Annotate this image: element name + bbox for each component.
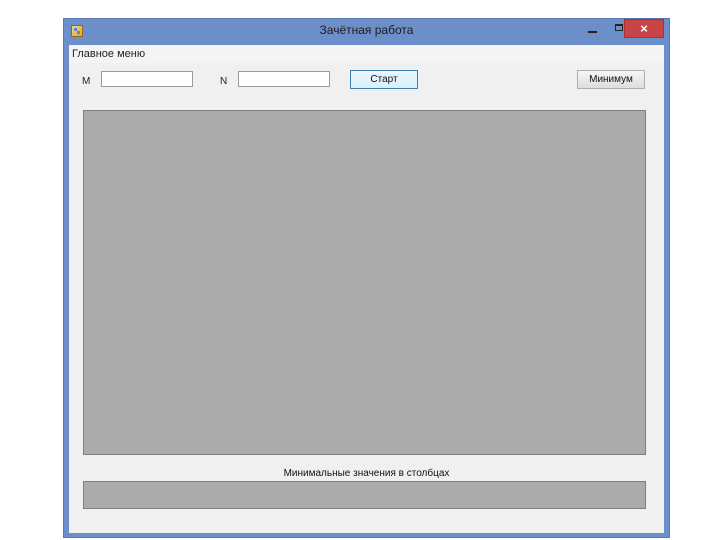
window-title: Зачётная работа (319, 23, 414, 37)
close-button[interactable]: × (624, 19, 664, 38)
n-input[interactable] (238, 71, 330, 87)
m-input[interactable] (101, 71, 193, 87)
min-values-label: Минимальные значения в столбцах (283, 468, 450, 479)
n-label: N (220, 76, 228, 87)
minimum-button[interactable]: Минимум (577, 70, 645, 89)
m-label: M (82, 76, 91, 87)
app-window: Зачётная работа × Главное меню M N Старт… (63, 18, 670, 538)
client-area: Главное меню M N Старт Минимум Минимальн… (69, 45, 664, 533)
close-icon: × (640, 21, 648, 36)
menu-bar: Главное меню (69, 45, 664, 63)
main-menu[interactable]: Главное меню (72, 48, 145, 60)
min-values-grid[interactable] (83, 481, 646, 509)
minimize-button[interactable] (580, 19, 606, 39)
title-bar[interactable]: Зачётная работа × (64, 19, 669, 45)
start-button[interactable]: Старт (350, 70, 418, 89)
matrix-grid[interactable] (83, 110, 646, 455)
